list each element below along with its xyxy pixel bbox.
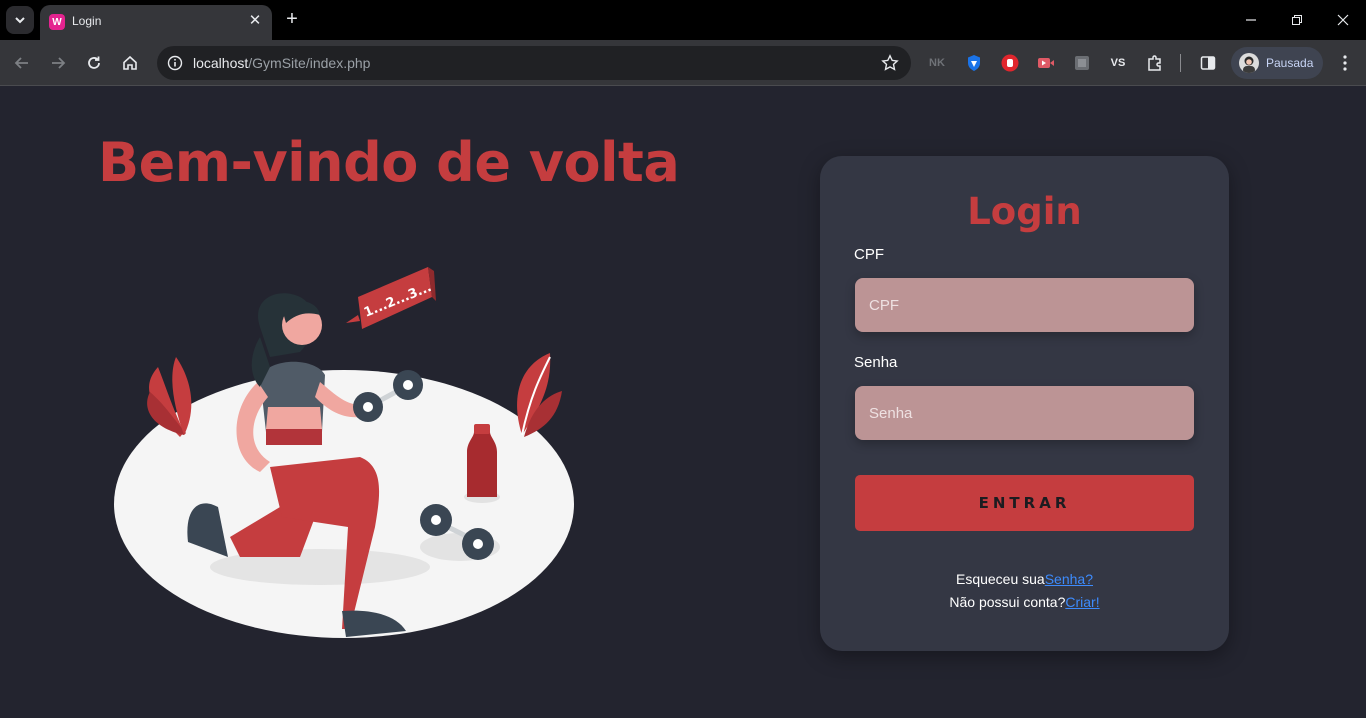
no-account-text: Não possui conta?: [949, 594, 1066, 610]
minimize-icon: [1246, 19, 1256, 21]
w-favicon-icon: W: [49, 14, 65, 30]
browser-toolbar: localhost/GymSite/index.php NK VS Pausad…: [0, 40, 1366, 86]
account-links: Esqueceu suaSenha? Não possui conta?Cria…: [820, 568, 1229, 614]
forgot-text: Esqueceu sua: [955, 571, 1045, 587]
create-account-link[interactable]: Criar!: [1065, 594, 1099, 610]
url-text: localhost/GymSite/index.php: [193, 55, 370, 71]
home-button[interactable]: [116, 49, 144, 77]
url-path: /GymSite/index.php: [248, 55, 371, 71]
welcome-headline: Bem-vindo de volta: [98, 131, 680, 194]
browser-menu-button[interactable]: [1331, 49, 1359, 77]
side-panel-icon[interactable]: [1198, 53, 1218, 73]
reload-button[interactable]: [80, 49, 108, 77]
home-icon: [123, 55, 137, 70]
toolbar-divider: [1180, 54, 1181, 72]
tab-search-button[interactable]: [6, 6, 34, 34]
left-plant-icon: [147, 357, 192, 437]
video-extension-icon[interactable]: [1036, 53, 1056, 73]
stop-hand-extension-icon[interactable]: [1000, 53, 1020, 73]
nk-extension-icon[interactable]: NK: [927, 53, 947, 73]
right-plant-icon: [517, 353, 562, 437]
profile-chip[interactable]: Pausada: [1231, 47, 1323, 79]
arrow-right-icon: [52, 57, 66, 69]
login-card: Login CPF Senha ENTRAR Esqueceu suaSenha…: [820, 156, 1229, 651]
password-input[interactable]: [855, 386, 1194, 440]
site-info-icon[interactable]: [163, 51, 187, 75]
tab-title: Login: [72, 14, 102, 28]
url-host: localhost: [193, 55, 249, 71]
forward-button[interactable]: [44, 49, 72, 77]
back-button[interactable]: [8, 49, 36, 77]
signup-line: Não possui conta?Criar!: [820, 591, 1229, 614]
puzzle-icon[interactable]: [1145, 53, 1165, 73]
shield-extension-icon[interactable]: [964, 53, 984, 73]
bookmark-star-icon[interactable]: [881, 54, 899, 72]
tab-strip: W Login ✕ +: [0, 0, 1366, 40]
cpf-input[interactable]: [855, 278, 1194, 332]
login-submit-button[interactable]: ENTRAR: [855, 475, 1194, 531]
chevron-down-icon: [15, 17, 25, 24]
new-tab-button[interactable]: +: [282, 8, 302, 32]
forgot-password-link[interactable]: Senha?: [1045, 571, 1093, 587]
address-bar[interactable]: localhost/GymSite/index.php: [157, 46, 911, 80]
login-title: Login: [967, 190, 1082, 233]
avatar: [1239, 53, 1259, 73]
reload-icon: [88, 56, 100, 69]
active-tab[interactable]: W Login ✕: [40, 5, 272, 40]
more-vert-icon: [1343, 55, 1347, 71]
page-body: Bem-vindo de volta 1...2...3... Login CP…: [0, 87, 1366, 718]
fitness-illustration: 1...2...3...: [114, 267, 574, 638]
forgot-password-line: Esqueceu suaSenha?: [820, 568, 1229, 591]
close-tab-icon[interactable]: ✕: [246, 12, 264, 30]
minimize-window-button[interactable]: [1237, 6, 1265, 34]
arrow-left-icon: [14, 57, 28, 69]
close-icon: [1337, 14, 1349, 26]
vs-extension-icon[interactable]: VS: [1108, 53, 1128, 73]
square-extension-icon[interactable]: [1072, 53, 1092, 73]
cpf-label: CPF: [854, 246, 884, 263]
restore-window-button[interactable]: [1283, 6, 1311, 34]
password-label: Senha: [854, 354, 898, 371]
restore-icon: [1292, 15, 1302, 25]
profile-name: Pausada: [1266, 56, 1314, 70]
close-window-button[interactable]: [1329, 6, 1357, 34]
speech-bubble: 1...2...3...: [346, 267, 436, 329]
